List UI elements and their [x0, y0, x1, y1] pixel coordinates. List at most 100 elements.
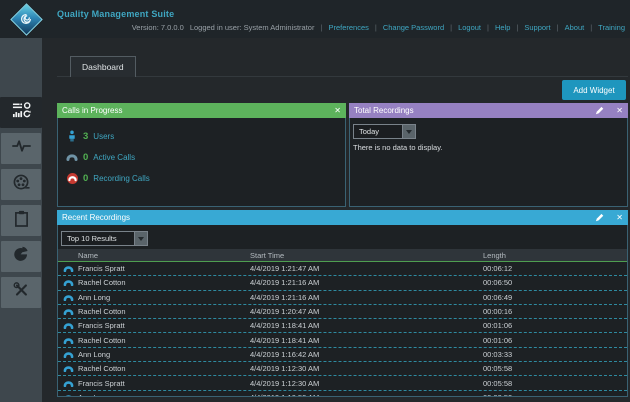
recording-name: Francis Spratt	[78, 321, 250, 330]
recording-name: Francis Spratt	[78, 264, 250, 273]
dashboard-icon	[12, 102, 31, 123]
chevron-down-icon	[134, 232, 147, 245]
divider: |	[450, 23, 452, 32]
recording-length: 00:06:49	[483, 293, 627, 302]
recording-name: Rachel Cotton	[78, 307, 250, 316]
phone-handset-icon	[58, 308, 78, 315]
active-calls-stat: 0 Active Calls	[66, 150, 345, 164]
name-column-header: Name	[78, 251, 250, 260]
recording-start-time: 4/4/2019 1:18:41 AM	[250, 336, 483, 345]
active-calls-count: 0	[83, 152, 88, 163]
sidebar-item-settings[interactable]	[1, 277, 41, 308]
calls-in-progress-widget: Calls in Progress ✕ 3 Users 0 Active Cal…	[57, 103, 346, 207]
support-link[interactable]: Support	[524, 23, 550, 32]
phone-handset-icon	[58, 294, 78, 301]
about-link[interactable]: About	[565, 23, 585, 32]
pie-chart-icon	[13, 246, 29, 267]
phone-handset-icon	[58, 337, 78, 344]
results-select-value: Top 10 Results	[62, 234, 134, 243]
divider: |	[557, 23, 559, 32]
phone-handset-icon	[58, 265, 78, 272]
recording-start-time: 4/4/2019 1:10:50 AM	[250, 393, 483, 397]
app-header: Quality Management Suite Version: 7.0.0.…	[0, 0, 630, 38]
recent-recordings-widget: Recent Recordings ✕ Top 10 Results Name …	[57, 210, 628, 397]
help-link[interactable]: Help	[495, 23, 510, 32]
activity-pulse-icon	[12, 139, 31, 158]
training-link[interactable]: Training	[598, 23, 625, 32]
recording-name: Rachel Cotton	[78, 278, 250, 287]
recording-name: Ann Long	[78, 350, 250, 359]
recording-name: Ann Long	[78, 293, 250, 302]
phone-handset-icon	[58, 279, 78, 286]
close-icon[interactable]: ✕	[334, 107, 341, 115]
header-meta-bar: Version: 7.0.0.0 Logged in user: System …	[132, 22, 625, 33]
recording-calls-stat: 0 Recording Calls	[66, 171, 345, 185]
recording-name: Rachel Cotton	[78, 364, 250, 373]
recording-table-row[interactable]: Francis Spratt 4/4/2019 1:21:47 AM 00:06…	[58, 262, 627, 276]
recording-table-row[interactable]: Francis Spratt 4/4/2019 1:12:30 AM 00:05…	[58, 376, 627, 390]
recording-table-row[interactable]: Ann Long 4/4/2019 1:21:16 AM 00:06:49	[58, 291, 627, 305]
phone-handset-icon	[66, 153, 78, 161]
recording-table-row[interactable]: Ann Long 4/4/2019 1:10:50 AM 00:03:50	[58, 391, 627, 397]
preferences-link[interactable]: Preferences	[328, 23, 368, 32]
tab-dashboard[interactable]: Dashboard	[70, 56, 136, 77]
recording-calls-label: Recording Calls	[93, 174, 149, 183]
start-time-column-header: Start Time	[250, 251, 483, 260]
recording-length: 00:03:33	[483, 350, 627, 359]
recording-table-row[interactable]: Rachel Cotton 4/4/2019 1:12:30 AM 00:05:…	[58, 362, 627, 376]
clipboard-icon	[14, 210, 29, 232]
change-password-link[interactable]: Change Password	[383, 23, 444, 32]
recording-length: 00:01:06	[483, 336, 627, 345]
recording-table-row[interactable]: Rachel Cotton 4/4/2019 1:21:16 AM 00:06:…	[58, 276, 627, 290]
sidebar-item-recordings[interactable]	[1, 169, 41, 200]
close-icon[interactable]: ✕	[616, 107, 623, 115]
total-recordings-title: Total Recordings	[354, 106, 595, 115]
recordings-table-rows: Francis Spratt 4/4/2019 1:21:47 AM 00:06…	[58, 262, 627, 397]
app-title: Quality Management Suite	[57, 9, 174, 19]
edit-pencil-icon[interactable]	[595, 213, 604, 222]
recording-start-time: 4/4/2019 1:20:47 AM	[250, 307, 483, 316]
application-window: Quality Management Suite Version: 7.0.0.…	[0, 0, 630, 402]
active-calls-label: Active Calls	[93, 153, 135, 162]
phone-handset-icon	[58, 380, 78, 387]
recording-table-row[interactable]: Rachel Cotton 4/4/2019 1:18:41 AM 00:01:…	[58, 333, 627, 347]
nav-sidebar	[0, 38, 42, 402]
edit-pencil-icon[interactable]	[595, 106, 604, 115]
recording-name: Rachel Cotton	[78, 336, 250, 345]
logged-in-user-label: Logged in user: System Administrator	[190, 23, 315, 32]
app-logo	[11, 4, 41, 34]
calls-widget-title: Calls in Progress	[62, 106, 322, 115]
sidebar-item-analytics[interactable]	[1, 241, 41, 272]
close-icon[interactable]: ✕	[616, 214, 623, 222]
add-widget-button[interactable]: Add Widget	[562, 80, 626, 100]
results-count-select[interactable]: Top 10 Results	[61, 231, 148, 246]
recording-length: 00:03:50	[483, 393, 627, 397]
recordings-reel-icon	[13, 174, 30, 196]
recording-table-row[interactable]: Francis Spratt 4/4/2019 1:18:41 AM 00:01…	[58, 319, 627, 333]
recording-length: 00:06:50	[483, 278, 627, 287]
recording-table-row[interactable]: Ann Long 4/4/2019 1:16:42 AM 00:03:33	[58, 348, 627, 362]
phone-handset-icon	[58, 351, 78, 358]
recording-name: Ann Long	[78, 393, 250, 397]
recording-table-row[interactable]: Rachel Cotton 4/4/2019 1:20:47 AM 00:00:…	[58, 305, 627, 319]
sidebar-item-reports[interactable]	[1, 205, 41, 236]
recent-recordings-title: Recent Recordings	[62, 213, 595, 222]
logout-link[interactable]: Logout	[458, 23, 481, 32]
recording-phone-icon	[66, 173, 78, 184]
recording-start-time: 4/4/2019 1:12:30 AM	[250, 379, 483, 388]
divider: |	[320, 23, 322, 32]
total-recordings-range-select[interactable]: Today	[353, 124, 416, 139]
sidebar-item-activity[interactable]	[1, 133, 41, 164]
recording-start-time: 4/4/2019 1:16:42 AM	[250, 350, 483, 359]
tab-strip-divider	[57, 76, 628, 77]
recording-start-time: 4/4/2019 1:21:16 AM	[250, 278, 483, 287]
phone-handset-icon	[58, 365, 78, 372]
users-count: 3	[83, 131, 88, 142]
recordings-table-header: Name Start Time Length	[58, 249, 627, 262]
users-label: Users	[93, 132, 114, 141]
length-column-header: Length	[483, 251, 627, 260]
sidebar-item-dashboard[interactable]	[0, 97, 42, 128]
calls-widget-body: 3 Users 0 Active Calls 0 Recording Calls	[57, 118, 346, 207]
recording-name: Francis Spratt	[78, 379, 250, 388]
recording-length: 00:05:58	[483, 379, 627, 388]
